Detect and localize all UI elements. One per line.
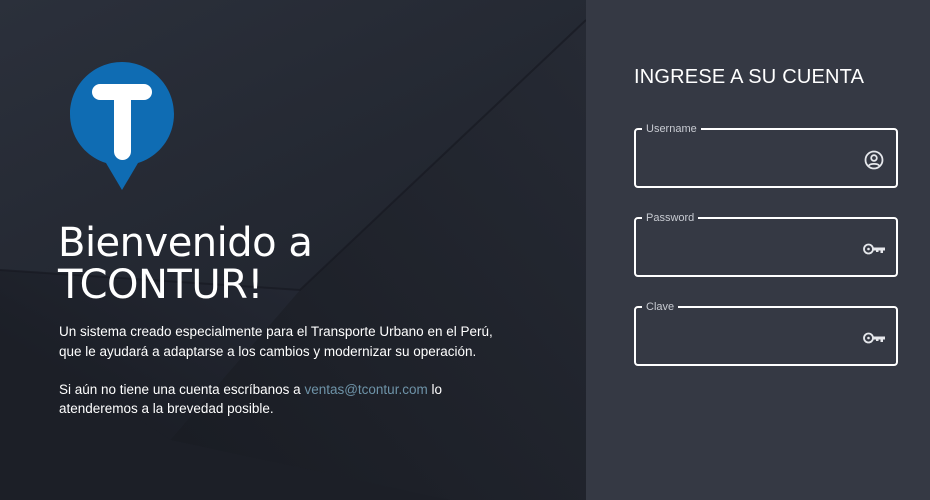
welcome-title-line2: TCONTUR!	[58, 262, 263, 308]
contact-email-link[interactable]: ventas@tcontur.com	[304, 382, 427, 397]
clave-field[interactable]: Clave	[634, 301, 898, 366]
username-field[interactable]: Username	[634, 123, 898, 188]
login-panel: INGRESE A SU CUENTA Username Password Cl…	[586, 0, 930, 500]
key-icon	[863, 243, 885, 255]
contact-text: Si aún no tiene una cuenta escríbanos a …	[59, 380, 529, 418]
welcome-description: Un sistema creado especialmente para el …	[59, 322, 529, 362]
contact-suffix: lo	[427, 382, 442, 397]
description-line1: Un sistema creado especialmente para el …	[59, 324, 493, 339]
tcontur-logo	[70, 62, 174, 190]
clave-label: Clave	[642, 301, 679, 313]
description-line2: que le ayudará a adaptarse a los cambios…	[59, 344, 477, 359]
welcome-panel: Bienvenido a TCONTUR! Un sistema creado …	[0, 0, 586, 500]
password-field[interactable]: Password	[634, 212, 898, 277]
login-title: INGRESE A SU CUENTA	[634, 66, 865, 88]
key-icon	[863, 332, 885, 344]
username-input[interactable]	[646, 148, 856, 172]
welcome-title-line1: Bienvenido a	[58, 220, 313, 266]
user-circle-icon	[864, 150, 884, 170]
welcome-title: Bienvenido a TCONTUR!	[58, 222, 498, 306]
contact-prefix: Si aún no tiene una cuenta escríbanos a	[59, 382, 305, 397]
username-label: Username	[642, 123, 701, 135]
clave-input[interactable]	[646, 326, 856, 350]
password-input[interactable]	[646, 237, 856, 261]
contact-line2: atenderemos a la brevedad posible.	[59, 401, 274, 416]
password-label: Password	[642, 212, 699, 224]
